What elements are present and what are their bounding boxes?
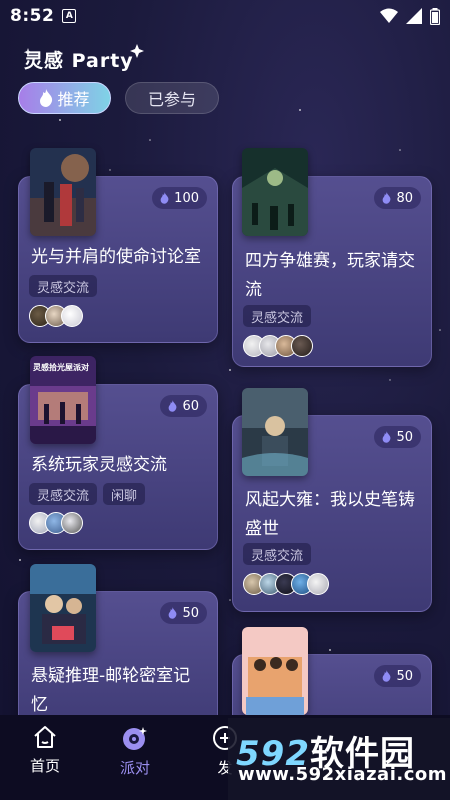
heat-value: 50 xyxy=(396,668,413,684)
wifi-icon xyxy=(380,8,398,23)
card-title: 系统玩家灵感交流 xyxy=(31,451,167,480)
participant-avatars xyxy=(243,573,329,595)
nav-party-label: 派对 xyxy=(119,759,150,777)
card-title-line: 光与并肩的使命讨论室 xyxy=(31,247,201,267)
card-cover-image xyxy=(242,627,308,715)
watermark-logo: 592软件园 www.592xiazai.com xyxy=(228,718,450,800)
heat-badge: 50 xyxy=(160,602,207,624)
tag: 闲聊 xyxy=(103,483,146,505)
card-title-line: 悬疑推理-邮轮密室记 xyxy=(31,666,191,686)
heat-value: 100 xyxy=(174,190,199,206)
flame-icon xyxy=(169,400,177,412)
nav-home[interactable]: 首页 xyxy=(0,715,90,800)
avatar xyxy=(61,305,83,327)
party-icon xyxy=(123,727,147,750)
card-title-line: 流 xyxy=(245,280,262,300)
participant-avatars xyxy=(29,512,83,534)
tab-joined-label: 已参与 xyxy=(147,90,196,109)
tab-joined[interactable]: 已参与 xyxy=(125,82,219,114)
watermark-url: www.592xiazai.com xyxy=(238,764,447,785)
card-title-line: 风起大雍：我以史笔铸 xyxy=(245,490,415,510)
nav-home-label: 首页 xyxy=(29,757,60,775)
flame-icon xyxy=(383,192,391,204)
card-title-line: 四方争雄赛，玩家请交 xyxy=(245,251,415,271)
participant-avatars xyxy=(29,305,83,327)
battery-icon xyxy=(430,7,440,25)
tag: 灵感交流 xyxy=(243,543,312,565)
flame-icon xyxy=(169,607,177,619)
avatar xyxy=(61,512,83,534)
signal-icon xyxy=(406,8,422,24)
heat-badge: 100 xyxy=(152,187,207,209)
cover-caption: 灵感拾光屋派对 xyxy=(33,363,89,372)
tab-recommend-label: 推荐 xyxy=(57,90,90,109)
card-tags: 灵感交流 xyxy=(243,305,312,327)
card-title: 四方争雄赛，玩家请交 流 xyxy=(245,247,415,305)
flame-icon xyxy=(40,89,53,107)
notification-a-icon: A xyxy=(62,9,77,23)
card-tags: 灵感交流 闲聊 xyxy=(29,483,146,505)
page-title: 灵感 Party xyxy=(24,50,134,72)
tag: 灵感交流 xyxy=(243,305,312,327)
card-tags: 灵感交流 xyxy=(29,275,98,297)
tab-recommend[interactable]: 推荐 xyxy=(18,82,111,114)
heat-badge: 80 xyxy=(374,187,421,209)
card-title: 悬疑推理-邮轮密室记 忆 xyxy=(31,662,190,720)
flame-icon xyxy=(383,670,391,682)
participant-avatars xyxy=(243,335,313,357)
heat-value: 80 xyxy=(396,190,413,206)
heat-badge: 50 xyxy=(374,426,421,448)
heat-value: 50 xyxy=(396,429,413,445)
status-time: 8:52 xyxy=(10,6,55,26)
card-title-line: 系统玩家灵感交流 xyxy=(31,455,167,475)
tab-bar: 推荐 已参与 xyxy=(18,82,219,114)
card-title: 风起大雍：我以史笔铸 盛世 xyxy=(245,486,415,544)
card-title: 光与并肩的使命讨论室 xyxy=(31,243,201,272)
flame-icon xyxy=(160,192,169,204)
card-tags: 灵感交流 xyxy=(243,543,312,565)
card-cover-image xyxy=(30,148,96,236)
status-bar: 8:52 A xyxy=(0,0,450,32)
card-cover-image xyxy=(242,388,308,476)
tag: 灵感交流 xyxy=(29,483,98,505)
avatar xyxy=(291,335,313,357)
heat-value: 50 xyxy=(182,605,199,621)
tag: 灵感交流 xyxy=(29,275,98,297)
card-title-line: 盛世 xyxy=(245,519,279,539)
avatar xyxy=(307,573,329,595)
heat-value: 60 xyxy=(182,398,199,414)
home-icon xyxy=(34,726,56,748)
heat-badge: 50 xyxy=(374,665,421,687)
nav-party[interactable]: 派对 xyxy=(90,715,180,800)
card-cover-image xyxy=(242,148,308,236)
card-cover-image: 灵感拾光屋派对 xyxy=(30,356,96,444)
heat-badge: 60 xyxy=(160,395,207,417)
card-cover-image xyxy=(30,564,96,652)
flame-icon xyxy=(383,431,391,443)
